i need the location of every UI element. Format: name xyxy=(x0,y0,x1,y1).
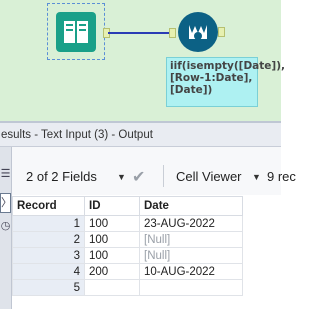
record-count: 9 rec xyxy=(267,169,296,184)
message-icon[interactable]: 〉 xyxy=(0,193,12,213)
toolbar-divider xyxy=(163,165,164,187)
cell-viewer-toggle[interactable]: Cell Viewer xyxy=(176,169,242,184)
date-cell[interactable] xyxy=(139,279,243,296)
formula-icon xyxy=(189,25,207,40)
table-row[interactable]: 4 200 10-AUG-2022 xyxy=(12,263,243,280)
id-cell[interactable]: 200 xyxy=(84,263,140,280)
results-toolbar: 2 of 2 Fields ▼ ✔ Cell Viewer ▼ 9 rec xyxy=(12,147,296,195)
record-number: 2 xyxy=(12,231,85,248)
book-icon xyxy=(56,12,96,52)
chevron-down-icon[interactable]: ▼ xyxy=(117,172,126,182)
record-number: 1 xyxy=(12,215,85,232)
date-cell[interactable]: [Null] xyxy=(139,231,243,248)
column-header-id[interactable]: ID xyxy=(84,196,140,216)
column-header-date[interactable]: Date xyxy=(139,196,243,216)
column-header-record[interactable]: Record xyxy=(12,196,85,216)
formula-tool[interactable] xyxy=(178,12,218,52)
workflow-canvas[interactable]: iif(isempty([Date]),[Row-1:Date],[Date]) xyxy=(0,0,285,121)
results-side-rail: ☰ 〉 ◷ xyxy=(0,147,12,309)
input-anchor[interactable] xyxy=(169,28,176,38)
table-view-icon[interactable]: ☰ xyxy=(0,167,11,187)
connection-line[interactable] xyxy=(108,32,172,34)
id-cell[interactable]: 100 xyxy=(84,247,140,264)
id-cell[interactable]: 100 xyxy=(84,215,140,232)
text-input-tool[interactable] xyxy=(47,3,105,60)
chevron-down-icon[interactable]: ▼ xyxy=(252,172,261,182)
id-cell[interactable]: 100 xyxy=(84,231,140,248)
fields-selector[interactable]: 2 of 2 Fields xyxy=(26,169,97,184)
date-cell[interactable]: 10-AUG-2022 xyxy=(139,263,243,280)
record-number: 5 xyxy=(12,279,85,296)
record-number: 4 xyxy=(12,263,85,280)
formula-output-anchor[interactable] xyxy=(218,27,225,37)
table-row[interactable]: 1 100 23-AUG-2022 xyxy=(12,215,243,232)
table-row[interactable]: 3 100 [Null] xyxy=(12,247,243,264)
table-row[interactable]: 2 100 [Null] xyxy=(12,231,243,248)
formula-annotation: iif(isempty([Date]),[Row-1:Date],[Date]) xyxy=(166,57,285,107)
date-cell[interactable]: 23-AUG-2022 xyxy=(139,215,243,232)
date-cell[interactable]: [Null] xyxy=(139,247,243,264)
check-icon[interactable]: ✔ xyxy=(132,167,145,187)
table-row[interactable]: 5 xyxy=(12,279,243,296)
history-icon[interactable]: ◷ xyxy=(0,219,11,239)
results-table: Record ID Date 1 100 23-AUG-2022 2 100 [… xyxy=(12,196,281,296)
results-panel-title: esults - Text Input (3) - Output xyxy=(0,123,281,147)
id-cell[interactable] xyxy=(84,279,140,296)
record-number: 3 xyxy=(12,247,85,264)
